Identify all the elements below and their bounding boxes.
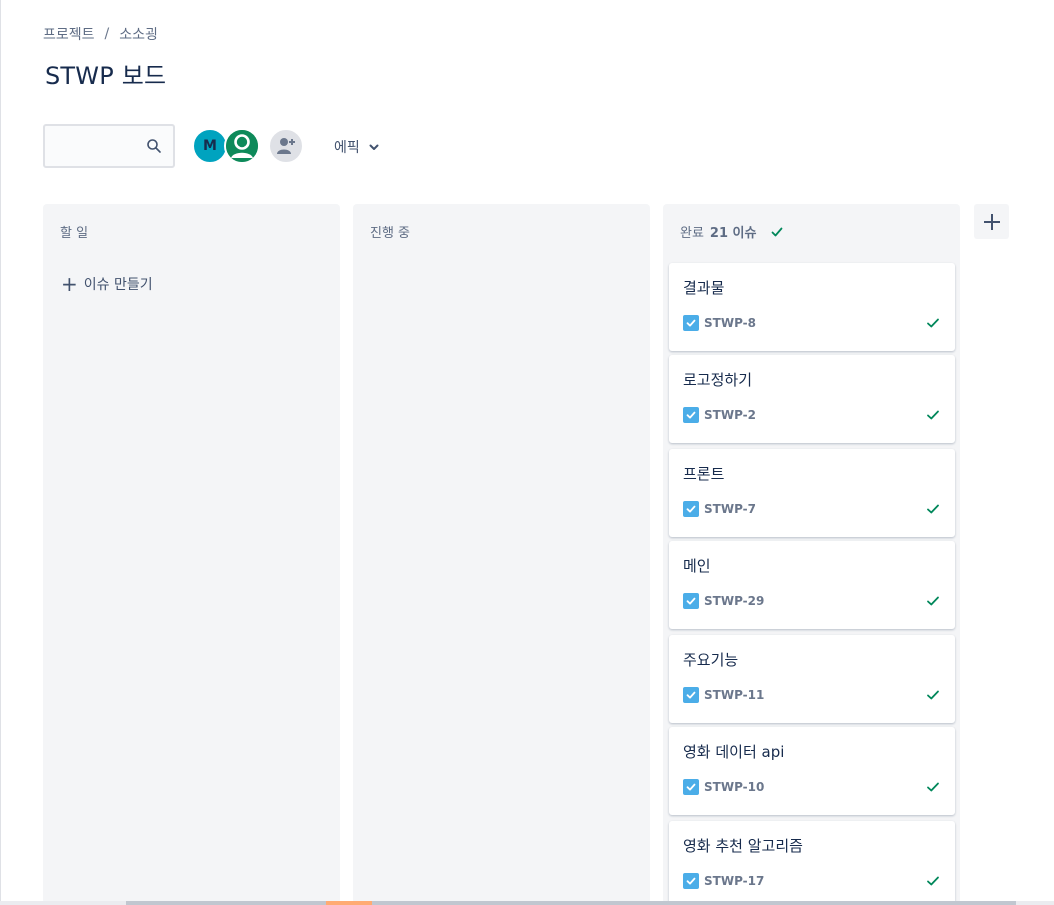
check-icon xyxy=(772,227,783,236)
column-header: 할 일 xyxy=(60,222,88,241)
breadcrumb: 프로젝트 / 소소굉 xyxy=(43,24,158,44)
issue-card[interactable]: 영화 데이터 api STWP-10 xyxy=(669,727,955,815)
add-user-icon xyxy=(277,138,295,154)
plus-icon: + xyxy=(61,272,78,296)
board-search xyxy=(43,124,175,168)
column-title: 진행 중 xyxy=(370,226,411,241)
column-issue-count: 21 이슈 xyxy=(709,226,757,241)
create-issue-label: 이슈 만들기 xyxy=(83,277,153,293)
column-title: 완료 xyxy=(680,226,704,241)
check-icon xyxy=(927,504,939,514)
task-type-icon xyxy=(683,501,699,517)
column-header: 완료 21 이슈 xyxy=(680,222,784,241)
issue-summary: 영화 데이터 api xyxy=(683,743,785,761)
issue-card[interactable]: 결과물 STWP-8 xyxy=(669,263,955,351)
add-people-button[interactable] xyxy=(268,128,304,164)
issue-summary: 결과물 xyxy=(683,279,725,297)
create-issue-button[interactable]: + 이슈 만들기 xyxy=(61,274,153,294)
issue-key[interactable]: STWP-29 xyxy=(704,594,764,608)
issue-key[interactable]: STWP-10 xyxy=(704,780,764,794)
issue-summary: 로고정하기 xyxy=(683,371,753,389)
assignee-avatars: M xyxy=(192,128,304,164)
search-icon[interactable] xyxy=(146,138,162,154)
add-column-button[interactable] xyxy=(974,204,1009,239)
check-icon xyxy=(927,782,939,792)
avatar-initial: M xyxy=(203,138,217,154)
column-title: 할 일 xyxy=(60,226,89,241)
breadcrumb-projects[interactable]: 프로젝트 xyxy=(43,24,95,44)
check-icon xyxy=(927,876,939,886)
task-type-icon xyxy=(683,687,699,703)
check-icon xyxy=(927,410,939,420)
column-todo: 할 일 + 이슈 만들기 xyxy=(43,204,340,904)
plus-icon xyxy=(983,213,1000,230)
breadcrumb-project-name[interactable]: 소소굉 xyxy=(119,24,158,44)
user-icon xyxy=(226,130,258,162)
task-type-icon xyxy=(683,315,699,331)
check-icon xyxy=(927,690,939,700)
issue-summary: 주요기능 xyxy=(683,651,739,669)
check-icon xyxy=(927,596,939,606)
issue-card[interactable]: 메인 STWP-29 xyxy=(669,541,955,629)
issue-card[interactable]: 영화 추천 알고리즘 STWP-17 xyxy=(669,821,955,905)
page-title: STWP 보드 xyxy=(45,62,167,90)
task-type-icon xyxy=(683,407,699,423)
issue-card[interactable]: 프론트 STWP-7 xyxy=(669,449,955,537)
epic-filter-dropdown[interactable]: 에픽 xyxy=(324,133,390,161)
task-type-icon xyxy=(683,779,699,795)
issue-summary: 영화 추천 알고리즘 xyxy=(683,837,803,855)
scrollbar-thumb[interactable] xyxy=(126,901,1016,905)
issue-card[interactable]: 주요기능 STWP-11 xyxy=(669,635,955,723)
issue-key[interactable]: STWP-2 xyxy=(704,408,756,422)
task-type-icon xyxy=(683,593,699,609)
issue-key[interactable]: STWP-7 xyxy=(704,502,756,516)
issue-key[interactable]: STWP-8 xyxy=(704,316,756,330)
epic-filter-label: 에픽 xyxy=(334,140,360,156)
issue-key[interactable]: STWP-11 xyxy=(704,688,764,702)
check-icon xyxy=(927,318,939,328)
chevron-down-icon xyxy=(369,144,379,150)
avatar-m[interactable]: M xyxy=(192,128,228,164)
task-type-icon xyxy=(683,873,699,889)
column-done: 완료 21 이슈 결과물 STWP-8 로고정하기 STWP-2 프론트 STWP-7 메인… xyxy=(663,204,960,905)
search-input[interactable] xyxy=(53,126,148,166)
issue-card[interactable]: 로고정하기 STWP-2 xyxy=(669,355,955,443)
issue-summary: 프론트 xyxy=(683,465,725,483)
issue-key[interactable]: STWP-17 xyxy=(704,874,764,888)
column-in-progress: 진행 중 xyxy=(353,204,650,904)
scrollbar-marker xyxy=(326,901,372,905)
avatar-user[interactable] xyxy=(224,128,260,164)
column-header: 진행 중 xyxy=(370,222,410,241)
issue-summary: 메인 xyxy=(683,557,711,575)
breadcrumb-separator: / xyxy=(104,26,110,42)
